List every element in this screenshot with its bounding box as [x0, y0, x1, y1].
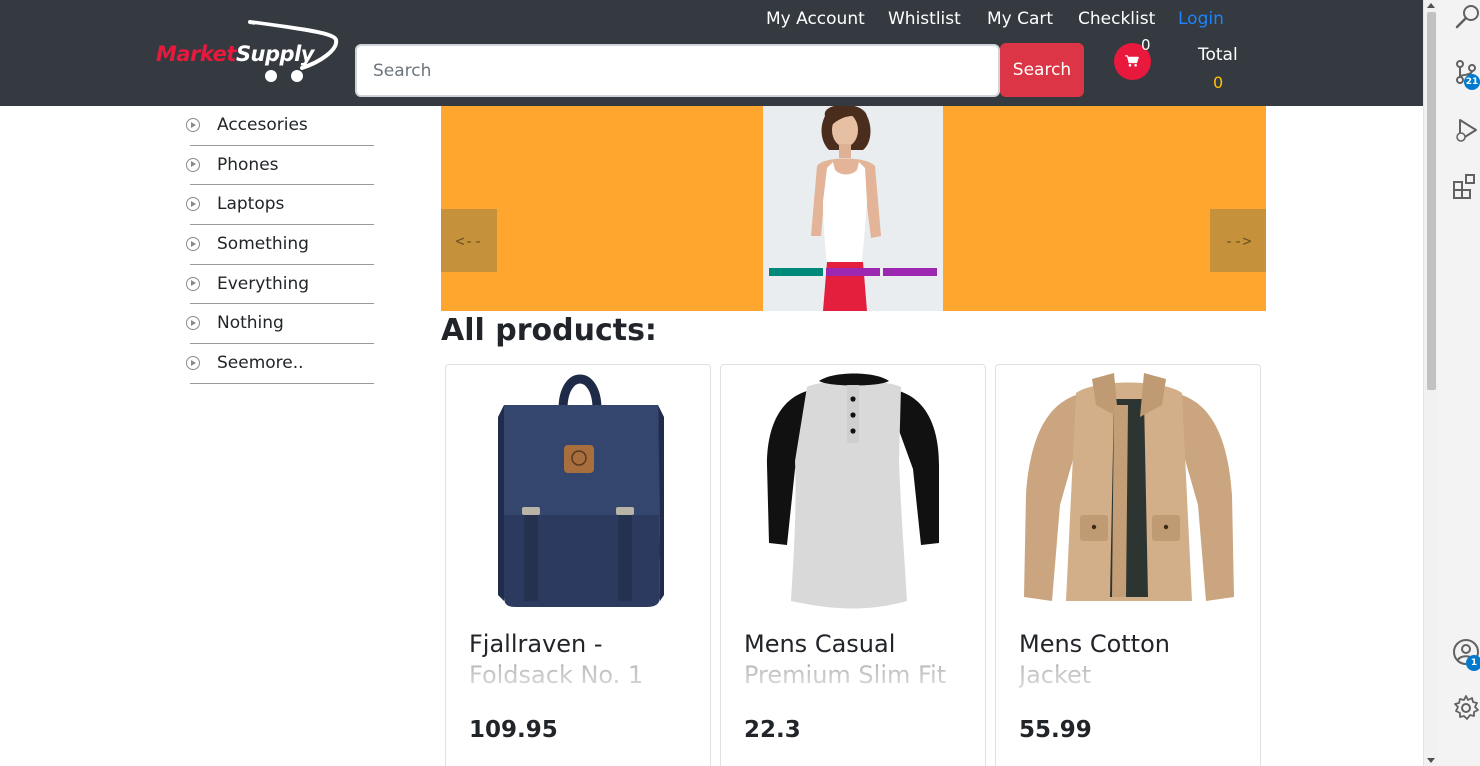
category-item-accesories[interactable]: Accesories — [186, 106, 374, 146]
nav-my-account[interactable]: My Account — [766, 9, 865, 29]
category-item-nothing[interactable]: Nothing — [186, 304, 374, 345]
category-item-laptops[interactable]: Laptops — [186, 185, 374, 226]
product-image-jacket — [996, 365, 1260, 615]
editor-activity-bar: 21 1 — [1438, 0, 1480, 766]
total-value: 0 — [1213, 73, 1224, 92]
carousel-next-button[interactable]: --> — [1210, 209, 1266, 272]
model-photo-illustration — [763, 106, 943, 311]
category-label: Phones — [217, 154, 279, 175]
nav-wishlist[interactable]: Whistlist — [888, 9, 961, 29]
play-circle-icon — [186, 157, 200, 172]
category-item-something[interactable]: Something — [186, 225, 374, 265]
product-title[interactable]: Fjallraven - Foldsack No. 1 Backpack, Fi… — [469, 629, 684, 691]
carousel-slide-image — [763, 106, 943, 311]
scroll-down-arrow-icon[interactable] — [1427, 758, 1435, 763]
category-label: Laptops — [217, 194, 285, 215]
accounts-badge: 1 — [1466, 655, 1480, 671]
scroll-up-arrow-icon[interactable] — [1427, 3, 1435, 8]
product-card[interactable]: Fjallraven - Foldsack No. 1 Backpack, Fi… — [445, 364, 711, 766]
logo-text: MarketSupply — [156, 42, 314, 66]
play-circle-icon — [186, 276, 200, 291]
category-item-everything[interactable]: Everything — [186, 265, 374, 305]
product-card[interactable]: Mens Cotton Jacket 55.99 — [995, 364, 1261, 766]
shopping-cart-icon — [1125, 55, 1139, 67]
hero-carousel: <-- --> — [441, 106, 1266, 311]
category-label: Nothing — [217, 313, 284, 334]
divider — [190, 382, 374, 384]
site-header: MarketSupply My Account Whistlist My Car… — [0, 0, 1423, 106]
product-image-shirt — [721, 365, 985, 615]
category-item-phones[interactable]: Phones — [186, 146, 374, 186]
play-circle-icon — [186, 237, 200, 252]
nav-my-cart[interactable]: My Cart — [987, 9, 1053, 29]
product-title[interactable]: Mens Casual Premium Slim Fit T-Shirts — [744, 629, 959, 691]
play-circle-icon — [186, 197, 200, 212]
category-item-seemore[interactable]: Seemore.. — [186, 344, 374, 384]
play-circle-icon — [186, 118, 200, 132]
search-input[interactable] — [355, 44, 1000, 97]
product-title[interactable]: Mens Cotton Jacket — [1019, 629, 1234, 691]
source-control-badge: 21 — [1464, 74, 1480, 90]
category-label: Accesories — [217, 115, 308, 135]
play-circle-icon — [186, 356, 200, 371]
total-label: Total — [1198, 45, 1238, 65]
product-price: 55.99 — [1019, 717, 1092, 743]
scrollbar-thumb[interactable] — [1427, 12, 1436, 390]
category-list: Accesories Phones Laptops Something Ever… — [186, 106, 374, 384]
search-button[interactable]: Search — [1000, 43, 1084, 97]
nav-login[interactable]: Login — [1178, 9, 1224, 29]
product-image-backpack — [446, 365, 710, 615]
extensions-icon[interactable] — [1452, 172, 1480, 200]
product-price: 22.3 — [744, 717, 801, 743]
category-label: Something — [217, 234, 309, 255]
category-label: Everything — [217, 273, 310, 294]
nav-checklist[interactable]: Checklist — [1078, 9, 1155, 29]
cart-count: 0 — [1141, 36, 1151, 54]
run-debug-icon[interactable] — [1452, 116, 1480, 144]
carousel-prev-button[interactable]: <-- — [441, 209, 497, 272]
carousel-indicator-1[interactable] — [769, 268, 823, 276]
carousel-indicator-2[interactable] — [826, 268, 880, 276]
search-icon[interactable] — [1452, 2, 1480, 30]
page-scrollbar[interactable] — [1423, 0, 1438, 766]
category-label: Seemore.. — [217, 353, 304, 374]
product-price: 109.95 — [469, 717, 558, 743]
product-card[interactable]: Mens Casual Premium Slim Fit T-Shirts 22… — [720, 364, 986, 766]
play-circle-icon — [186, 316, 200, 331]
carousel-indicator-3[interactable] — [883, 268, 937, 276]
settings-gear-icon[interactable] — [1452, 694, 1480, 722]
top-navigation: My Account Whistlist My Cart Checklist L… — [0, 9, 1423, 33]
section-title: All products: — [441, 313, 657, 348]
